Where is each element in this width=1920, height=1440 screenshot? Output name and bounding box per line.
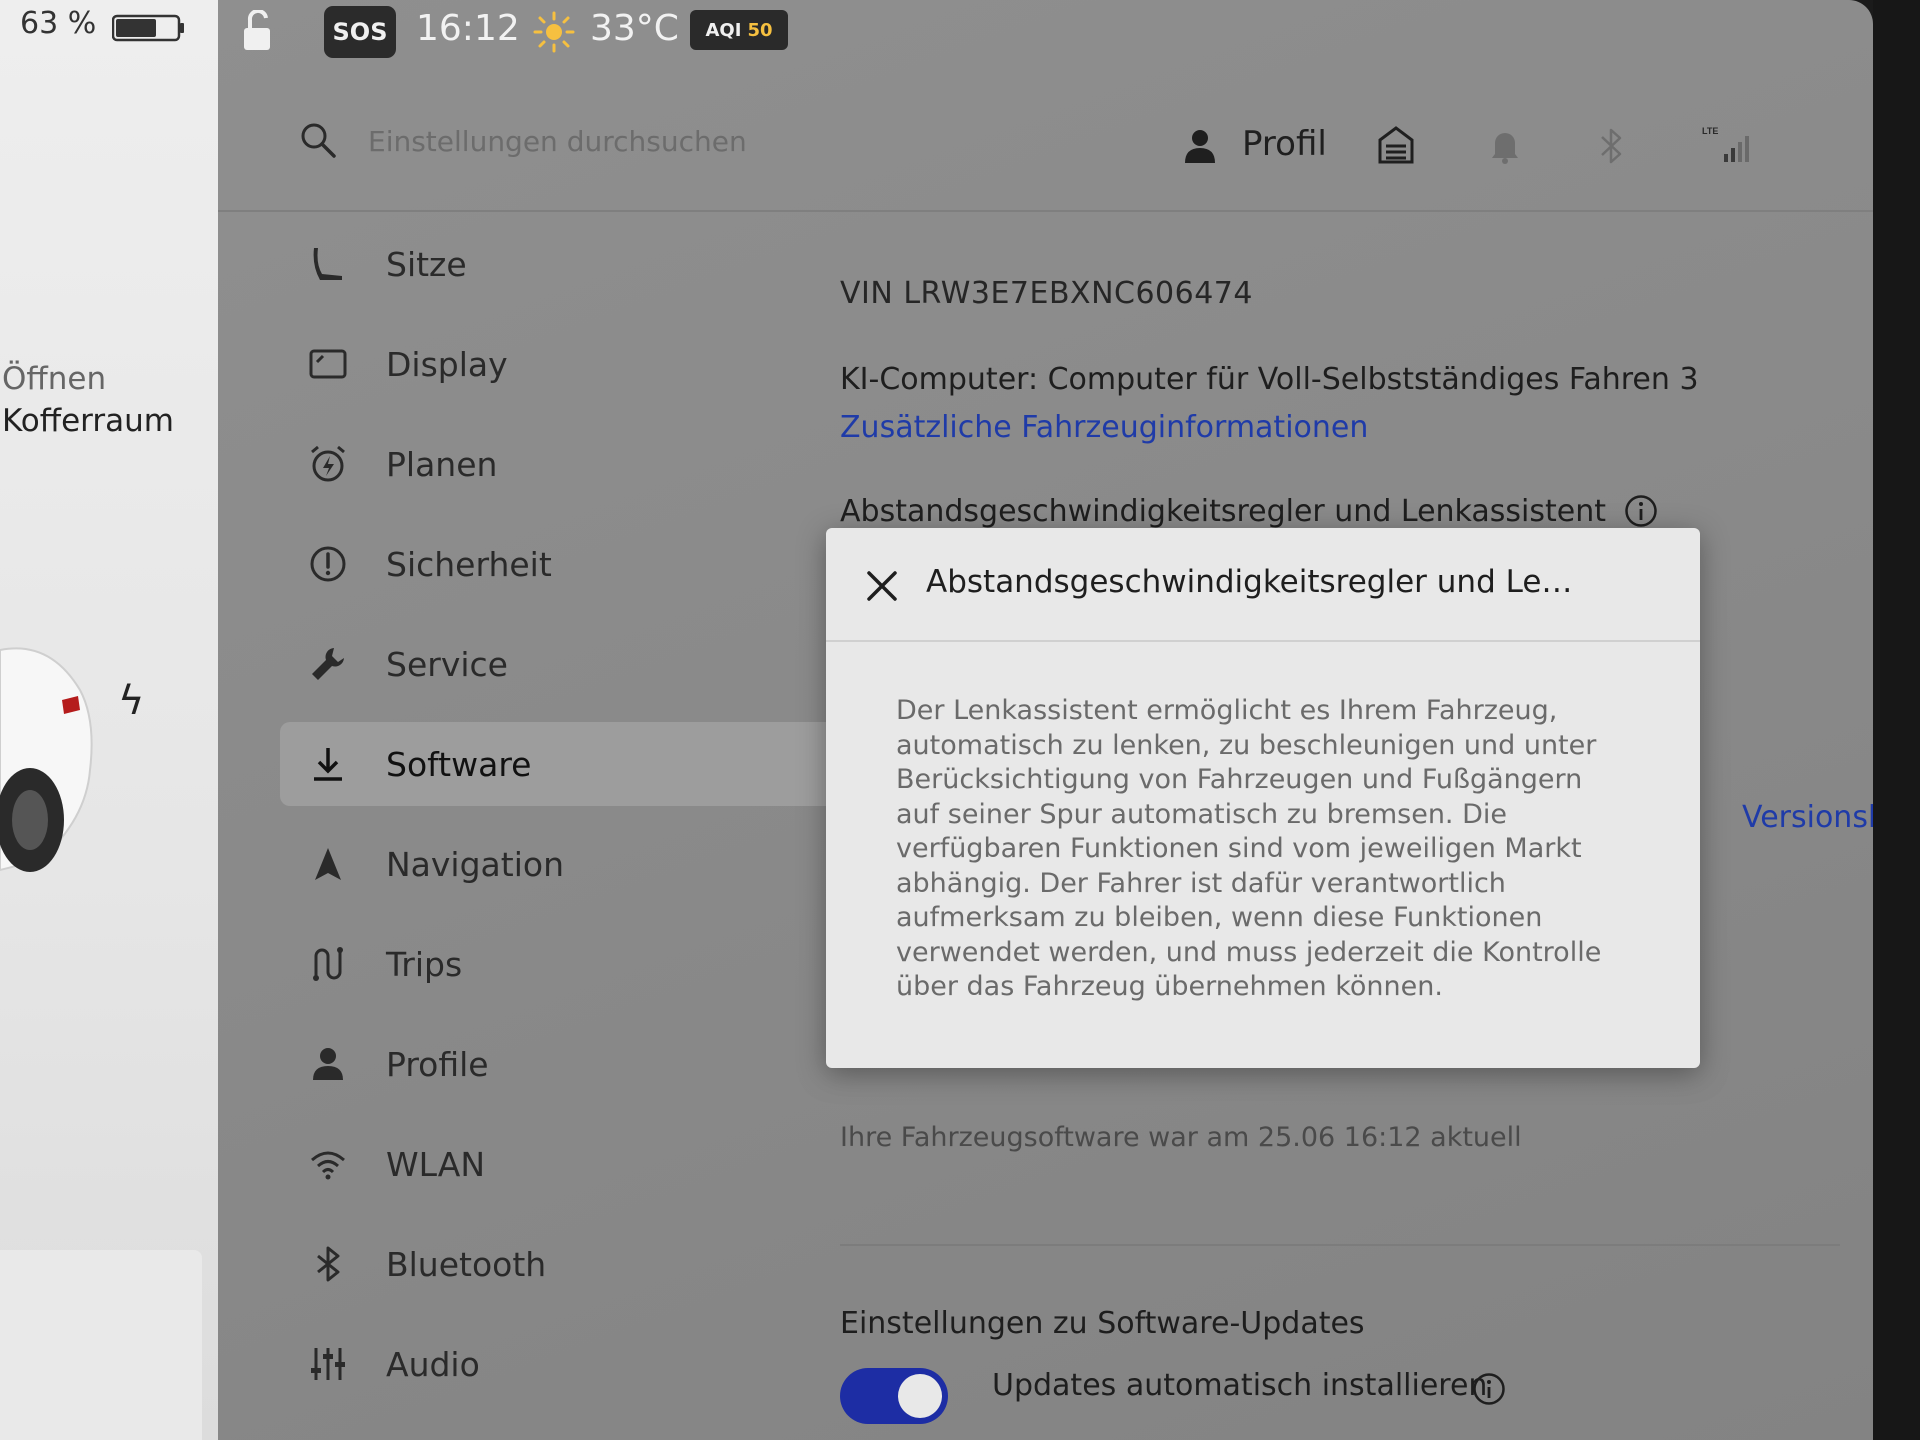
outside-temperature: 33°C (590, 8, 679, 49)
clock: 16:12 (416, 8, 520, 49)
equalizer-icon (311, 1348, 345, 1380)
alarm-clock-icon (311, 445, 345, 482)
auto-install-toggle[interactable] (840, 1368, 948, 1424)
aqi-badge: AQI 50 (690, 10, 788, 50)
bluetooth-icon (317, 1246, 340, 1282)
sidebar-item-label: Software (386, 744, 532, 784)
auto-install-label: Updates automatisch installieren (992, 1368, 1488, 1403)
sidebar-item-label: Bluetooth (386, 1244, 547, 1284)
sidebar-item-audio[interactable]: Audio (280, 1322, 840, 1406)
seat-icon (313, 248, 342, 280)
dialog-title: Abstandsgeschwindigkeitsregler und Le… (926, 564, 1573, 600)
vin-text: VIN LRW3E7EBXNC606474 (840, 276, 1253, 311)
display-icon (309, 349, 347, 379)
status-bar: SOS 16:12 33°C AQI 50 (218, 0, 1873, 68)
aqi-value: 50 (747, 19, 773, 41)
sidebar-item-display[interactable]: Display (280, 322, 840, 406)
exclamation-circle-icon (310, 546, 346, 582)
sos-button[interactable]: SOS (324, 6, 396, 58)
aqi-label: AQI (705, 19, 742, 41)
sidebar-item-software[interactable]: Software (280, 722, 840, 806)
search-icon (301, 123, 336, 158)
bluetooth-icon[interactable] (1598, 126, 1626, 166)
sun-icon (533, 11, 575, 53)
battery-percentage: 63 % (20, 6, 97, 41)
sidebar-item-trips[interactable]: Trips (280, 922, 840, 1006)
car-panel: 63 % Öffnen Kofferraum ϟ (0, 0, 218, 1440)
sidebar-item-label: Service (386, 644, 508, 684)
ai-computer-text: KI-Computer: Computer für Voll-Selbststä… (840, 362, 1699, 397)
sidebar-item-navigation[interactable]: Navigation (280, 822, 840, 906)
dialog-header: Abstandsgeschwindigkeitsregler und Le… (826, 528, 1700, 642)
wifi-icon (311, 1151, 345, 1180)
unlock-icon[interactable] (238, 10, 278, 52)
sidebar-item-bluetooth[interactable]: Bluetooth (280, 1222, 840, 1306)
sidebar-item-service[interactable]: Service (280, 622, 840, 706)
dialog-body-text: Der Lenkassistent ermöglicht es Ihrem Fa… (896, 695, 1602, 1002)
close-icon[interactable] (864, 568, 900, 604)
sidebar-item-label: Display (386, 344, 508, 384)
battery-icon (112, 14, 184, 42)
settings-sidebar: Sitze Display Planen Sicherheit Service … (280, 222, 840, 1422)
software-status-text: Ihre Fahrzeugsoftware war am 25.06 16:12… (840, 1122, 1522, 1153)
sidebar-item-planen[interactable]: Planen (280, 422, 840, 506)
sidebar-item-sitze[interactable]: Sitze (280, 222, 840, 306)
bell-icon[interactable] (1490, 128, 1520, 164)
open-trunk-button[interactable]: Öffnen Kofferraum (2, 358, 174, 442)
settings-header: Profil LTE (218, 82, 1873, 212)
settings-search-input[interactable] (368, 116, 928, 166)
profile-person-icon (1185, 130, 1215, 163)
lte-signal-icon: LTE (1702, 126, 1749, 162)
wrench-icon (312, 648, 344, 680)
car-rear-illustration (0, 647, 93, 872)
sidebar-item-profile[interactable]: Profile (280, 1022, 840, 1106)
additional-vehicle-info-link[interactable]: Zusätzliche Fahrzeuginformationen (840, 410, 1368, 445)
sidebar-item-label: Navigation (386, 844, 564, 884)
profile-button[interactable]: Profil (1242, 124, 1327, 164)
person-icon (313, 1048, 343, 1080)
trunk-label-trunk: Kofferraum (2, 403, 174, 439)
info-icon[interactable] (1472, 1372, 1506, 1406)
sidebar-item-label: Sicherheit (386, 544, 552, 584)
sidebar-item-label: WLAN (386, 1144, 486, 1184)
toggle-knob (898, 1374, 942, 1418)
car-bottom-card (0, 1250, 202, 1440)
update-settings-heading: Einstellungen zu Software-Updates (840, 1306, 1365, 1341)
sidebar-item-label: Audio (386, 1344, 480, 1384)
sidebar-item-label: Planen (386, 444, 498, 484)
download-icon (314, 748, 342, 781)
sidebar-item-label: Trips (386, 944, 463, 984)
sidebar-item-sicherheit[interactable]: Sicherheit (280, 522, 840, 606)
navigation-arrow-icon (315, 848, 341, 880)
sidebar-item-label: Sitze (386, 244, 467, 284)
info-dialog: Abstandsgeschwindigkeitsregler und Le… D… (826, 528, 1700, 1068)
trips-icon (313, 947, 343, 981)
charge-port-bolt-icon[interactable]: ϟ (118, 678, 144, 724)
sidebar-item-label: Profile (386, 1044, 489, 1084)
sidebar-item-wlan[interactable]: WLAN (280, 1122, 840, 1206)
trunk-label-open: Öffnen (2, 361, 107, 397)
info-icon[interactable] (1624, 494, 1658, 528)
lte-label: LTE (1702, 126, 1718, 136)
settings-screen: SOS 16:12 33°C AQI 50 Profil (218, 0, 1920, 1440)
tacc-autosteer-label: Abstandsgeschwindigkeitsregler und Lenka… (840, 494, 1607, 529)
screen-bezel (1873, 0, 1920, 1440)
garage-icon[interactable] (1378, 126, 1414, 164)
divider (840, 1244, 1840, 1246)
